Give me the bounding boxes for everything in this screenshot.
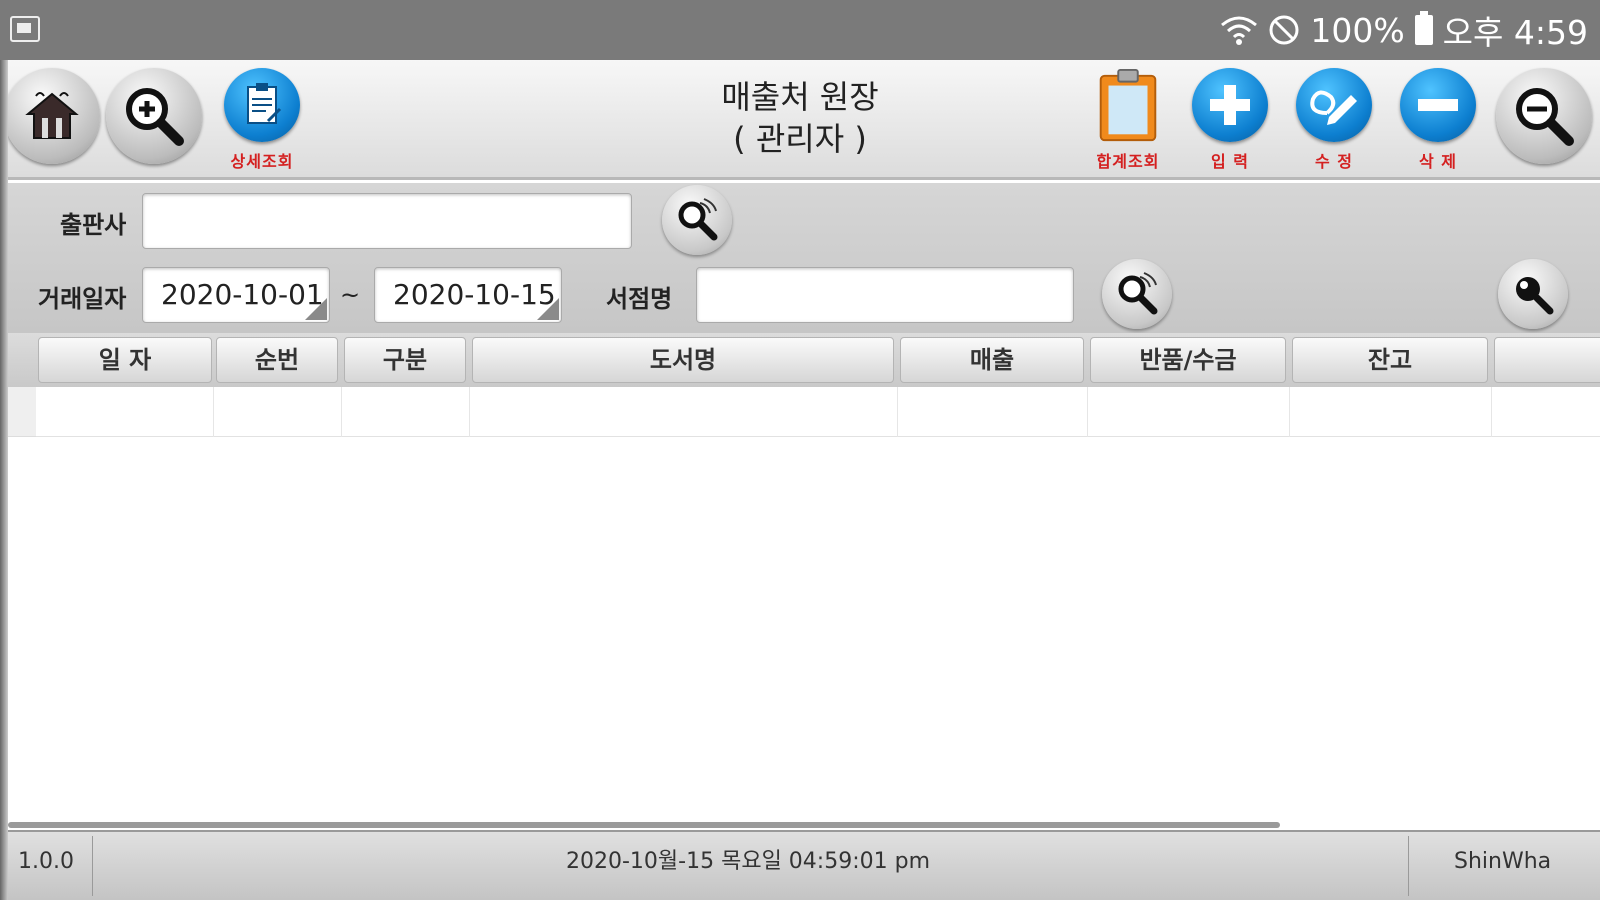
publisher-input[interactable] xyxy=(142,193,632,249)
app-version: 1.0.0 xyxy=(18,849,74,874)
home-button[interactable] xyxy=(4,68,100,172)
zoom-out-button[interactable] xyxy=(1496,68,1592,172)
app-window: 상세조회 매출처 원장 ( 관리자 ) 합계조회 입 력 수 정 삭 제 출판사… xyxy=(0,60,1600,900)
company-name: ShinWha xyxy=(1454,849,1552,874)
col-balance[interactable]: 잔고 xyxy=(1292,337,1488,383)
sum-view-label: 합계조회 xyxy=(1096,152,1160,171)
footer-divider xyxy=(1408,836,1409,896)
trade-date-label: 거래일자 xyxy=(38,285,127,313)
minus-icon xyxy=(1400,68,1476,142)
footer-status-bar: 1.0.0 2020-10월-15 목요일 04:59:01 pm ShinWh… xyxy=(0,830,1600,900)
delete-button[interactable]: 삭 제 xyxy=(1390,68,1486,172)
magnifier-icon xyxy=(1516,277,1554,315)
battery-icon xyxy=(1414,11,1433,45)
row-selector[interactable] xyxy=(8,387,36,437)
table-cell xyxy=(342,387,470,437)
clipboard-icon xyxy=(1099,68,1157,142)
col-return-collection[interactable]: 반품/수금 xyxy=(1090,337,1286,383)
edit-button[interactable]: 수 정 xyxy=(1286,68,1382,172)
date-from-input[interactable]: 2020-10-01 xyxy=(142,267,330,323)
home-icon xyxy=(4,68,100,164)
table-header: 일 자 순번 구분 도서명 매출 반품/수금 잔고 xyxy=(0,333,1600,387)
delete-label: 삭 제 xyxy=(1418,152,1457,171)
publisher-search-button[interactable] xyxy=(662,185,732,255)
input-button[interactable]: 입 력 xyxy=(1182,68,1278,172)
clipboard-list-icon xyxy=(224,68,300,142)
date-range-separator: ~ xyxy=(340,281,361,309)
detail-view-label: 상세조회 xyxy=(230,152,294,171)
store-name-label: 서점명 xyxy=(606,285,673,313)
do-not-disturb-icon xyxy=(1269,15,1299,45)
filter-panel: 출판사 거래일자 2020-10-01 ~ 2020-10-15 서점명 xyxy=(0,183,1600,333)
horizontal-scrollbar[interactable] xyxy=(8,822,1280,828)
search-icon xyxy=(1118,272,1158,315)
col-type[interactable]: 구분 xyxy=(344,337,466,383)
page-title: 매출처 원장 ( 관리자 ) xyxy=(600,76,1000,160)
gallery-notification-icon xyxy=(10,16,40,42)
wifi-icon xyxy=(1221,16,1258,45)
table-cell xyxy=(898,387,1088,437)
zoom-in-button[interactable] xyxy=(106,68,202,172)
sum-view-button[interactable]: 합계조회 xyxy=(1080,68,1176,172)
search-icon xyxy=(678,198,718,241)
zoom-in-icon xyxy=(106,68,202,164)
detail-view-button[interactable]: 상세조회 xyxy=(214,68,310,172)
store-search-button[interactable] xyxy=(1102,259,1172,329)
system-status-bar: 100% 오후 4:59 xyxy=(0,0,1600,60)
col-seq[interactable]: 순번 xyxy=(216,337,338,383)
table-cell xyxy=(470,387,898,437)
status-indicators: 100% 오후 4:59 xyxy=(1220,8,1588,52)
zoom-out-icon xyxy=(1496,68,1592,164)
plus-icon xyxy=(1192,68,1268,142)
window-edge xyxy=(0,60,8,900)
title-line-2: ( 관리자 ) xyxy=(733,120,867,158)
table-cell xyxy=(1290,387,1492,437)
table-cell xyxy=(1088,387,1290,437)
input-label: 입 력 xyxy=(1210,152,1249,171)
table-cell xyxy=(214,387,342,437)
toolbar: 상세조회 매출처 원장 ( 관리자 ) 합계조회 입 력 수 정 삭 제 xyxy=(0,60,1600,180)
footer-divider xyxy=(92,836,93,896)
publisher-label: 출판사 xyxy=(60,211,127,239)
edit-label: 수 정 xyxy=(1314,152,1353,171)
table-cell xyxy=(36,387,214,437)
clock: 오후 4:59 xyxy=(1442,13,1588,52)
date-to-input[interactable]: 2020-10-15 xyxy=(374,267,562,323)
current-datetime: 2020-10월-15 목요일 04:59:01 pm xyxy=(566,849,930,874)
col-extra[interactable] xyxy=(1494,337,1600,383)
edit-pencil-icon xyxy=(1296,68,1372,142)
col-date[interactable]: 일 자 xyxy=(38,337,212,383)
battery-percent: 100% xyxy=(1310,10,1405,50)
store-name-input[interactable] xyxy=(696,267,1074,323)
col-book-title[interactable]: 도서명 xyxy=(472,337,894,383)
title-line-1: 매출처 원장 xyxy=(721,78,879,116)
search-button[interactable] xyxy=(1498,259,1568,329)
col-sales[interactable]: 매출 xyxy=(900,337,1084,383)
table-row[interactable] xyxy=(8,387,1600,437)
